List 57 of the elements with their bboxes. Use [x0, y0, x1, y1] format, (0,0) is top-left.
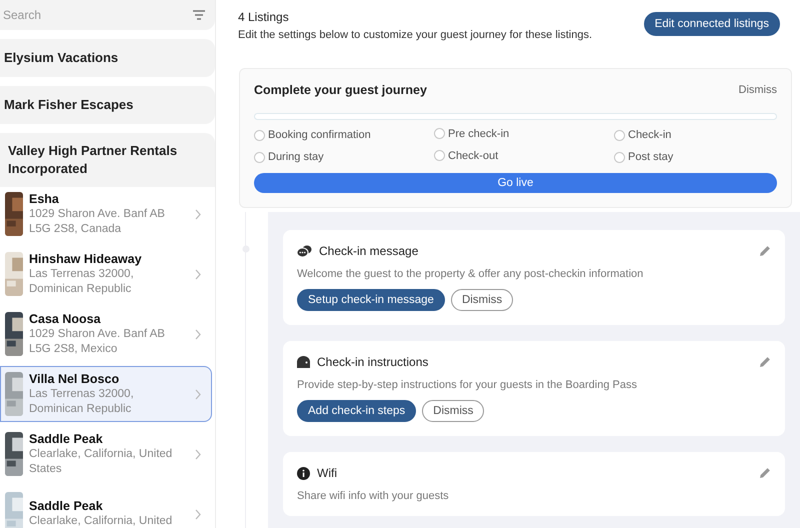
pencil-icon[interactable]: [759, 245, 771, 257]
chevron-right-icon: [195, 268, 201, 280]
edit-listings-button[interactable]: Edit connected listings: [644, 12, 780, 36]
step-checkbox[interactable]: Pre check-in: [434, 124, 614, 143]
dismiss-button[interactable]: Dismiss: [422, 400, 484, 422]
listing-name: Esha: [29, 192, 60, 206]
listing-name: Hinshaw Hideaway: [29, 252, 143, 266]
chevron-right-icon: [195, 508, 201, 520]
listing-address: Las Terrenas 32000, Dominican Republic: [29, 386, 135, 416]
listing-name: Casa Noosa: [29, 312, 102, 326]
listing-address: 1029 Sharon Ave. Banf AB L5G 2S8, Mexico: [29, 326, 166, 356]
setup-button[interactable]: Add check-in steps: [297, 400, 416, 422]
chevron-right-icon: [195, 328, 201, 340]
group-name[interactable]: Elysium Vacations: [4, 49, 211, 67]
listing-item[interactable]: Hinshaw Hideaway Las Terrenas 32000, Dominican Republic: [0, 246, 212, 302]
listing-item[interactable]: Saddle Peak Clearlake, California, United: [0, 486, 212, 528]
search-field[interactable]: Search: [0, 0, 215, 30]
group-name[interactable]: Valley High Partner Rentals Incorporated: [8, 142, 207, 178]
listing-address: Clearlake, California, United: [29, 514, 174, 528]
listings-count: 4 Listings: [238, 9, 290, 25]
card-description: Provide step-by-step instructions for your guests in the Boarding Pass: [297, 379, 638, 391]
info-icon: [297, 466, 310, 480]
listing-address: Las Terrenas 32000, Dominican Republic: [29, 266, 135, 296]
dismiss-link[interactable]: Dismiss: [738, 84, 777, 96]
step-checkbox[interactable]: Post stay: [614, 149, 777, 165]
listing-address: Clearlake, California, United States: [29, 446, 174, 476]
listing-item[interactable]: Saddle Peak Clearlake, California, United States: [0, 426, 212, 482]
go-live-button[interactable]: Go live: [254, 173, 777, 193]
card-title: Wifi: [317, 466, 338, 480]
card-title: Check-in message: [319, 244, 420, 258]
journey-title: Complete your guest journey: [254, 83, 427, 97]
listing-name: Saddle Peak: [29, 432, 104, 446]
group-name[interactable]: Mark Fisher Escapes: [4, 96, 211, 114]
door-icon: [297, 356, 310, 368]
listing-name: Villa Nel Bosco: [29, 372, 120, 386]
step-checkbox[interactable]: Booking confirmation: [254, 127, 434, 143]
card-description: Share wifi info with your guests: [297, 490, 450, 502]
step-checkbox[interactable]: During stay: [254, 149, 434, 165]
setup-button[interactable]: Setup check-in message: [297, 289, 445, 311]
listing-address: 1029 Sharon Ave. Banf AB L5G 2S8, Canada: [29, 206, 166, 236]
chevron-right-icon: [195, 388, 201, 400]
listing-name: Saddle Peak: [29, 499, 104, 514]
card-title: Check-in instructions: [317, 355, 430, 369]
chat-icon: [297, 244, 312, 258]
step-checkbox[interactable]: Check-out: [434, 146, 614, 165]
header-subtitle: Edit the settings below to customize your guest journey for these listings.: [238, 29, 592, 41]
chevron-right-icon: [195, 448, 201, 460]
listing-item[interactable]: Villa Nel Bosco Las Terrenas 32000, Dominican Republic: [0, 366, 212, 422]
filter-icon[interactable]: [192, 10, 206, 20]
dismiss-button[interactable]: Dismiss: [450, 289, 514, 311]
listing-item[interactable]: Casa Noosa 1029 Sharon Ave. Banf AB L5G 2S8, Mexico: [0, 306, 212, 362]
pencil-icon[interactable]: [759, 467, 771, 479]
step-checkbox[interactable]: Check-in: [614, 127, 777, 143]
listing-item[interactable]: Esha 1029 Sharon Ave. Banf AB L5G 2S8, Canada: [0, 186, 212, 242]
chevron-right-icon: [195, 208, 201, 220]
pencil-icon[interactable]: [759, 356, 771, 368]
card-description: Welcome the guest to the property & offer any post-checkin information: [297, 268, 644, 280]
